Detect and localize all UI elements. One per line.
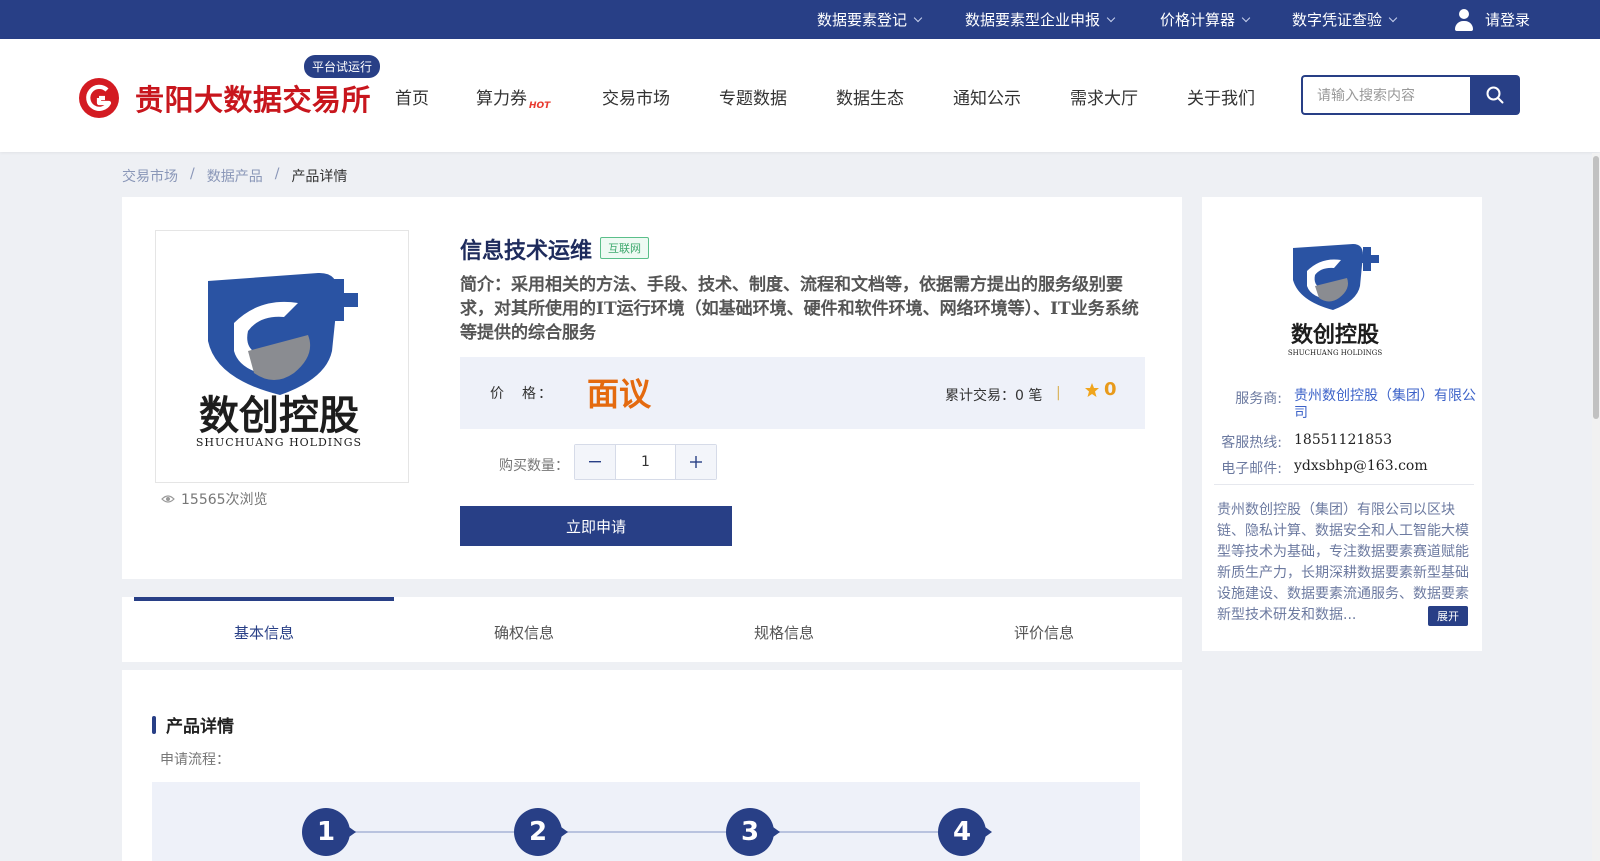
chevron-down-icon [1388, 13, 1398, 22]
hotline-value: 18551121853 [1294, 432, 1392, 448]
nav-label: 算力券 [476, 89, 527, 109]
search-input[interactable]: 请输入搜索内容 [1301, 75, 1472, 115]
flow-step-1: 1 [302, 808, 356, 856]
brand-logo-icon[interactable] [78, 77, 120, 119]
page-scrollbar[interactable] [1592, 153, 1600, 861]
user-icon [1453, 8, 1475, 32]
flow-step-2: 2 [514, 808, 568, 856]
tab-basic-info[interactable]: 基本信息 [134, 597, 394, 662]
price-value: 面议 [587, 375, 652, 413]
minus-icon [589, 461, 601, 463]
chevron-down-icon [913, 13, 923, 22]
provider-key: 服务商: [1235, 391, 1282, 407]
topbar-item-label: 数字凭证查验 [1292, 11, 1383, 29]
divider: | [1056, 385, 1061, 401]
login-link[interactable]: 请登录 [1453, 0, 1530, 39]
star-icon [1085, 382, 1099, 397]
topbar-item-data-registration[interactable]: 数据要素登记 [817, 0, 923, 39]
quantity-label: 购买数量： [499, 458, 569, 474]
email-key: 电子邮件: [1221, 461, 1282, 477]
hotline-key: 客服热线: [1221, 435, 1282, 451]
main-header: 贵阳大数据交易所 平台试运行 首页 算力券 HOT 交易市场 专题数据 数据生态 … [0, 39, 1600, 152]
flow-step-4: 4 [938, 808, 992, 856]
nav-compute-voucher[interactable]: 算力券 HOT [476, 84, 550, 111]
tab-rights-info[interactable]: 确权信息 [394, 597, 654, 662]
flow-connector [565, 831, 726, 833]
product-description: 简介：采用相关的方法、手段、技术、制度、流程和文档等，依据需方提出的服务级别要求… [460, 275, 1139, 343]
trade-count: 累计交易：0 笔 [945, 388, 1043, 404]
provider-logo-text-en: SHUCHUANG HOLDINGS [1288, 349, 1383, 357]
apply-button[interactable]: 立即申请 [460, 506, 732, 546]
topbar-item-price-calculator[interactable]: 价格计算器 [1160, 0, 1251, 39]
section-heading-text: 产品详情 [166, 717, 234, 737]
divider [1214, 484, 1474, 485]
topbar-item-voucher-check[interactable]: 数字凭证查验 [1292, 0, 1398, 39]
breadcrumb-item-data-products[interactable]: 数据产品 [207, 166, 263, 186]
product-title: 信息技术运维 [460, 239, 593, 264]
nav-home[interactable]: 首页 [395, 84, 429, 109]
email-value: ydxsbhp@163.com [1294, 458, 1428, 474]
rating: 0 [1084, 379, 1117, 400]
nav-trade-market[interactable]: 交易市场 [602, 84, 670, 109]
logo-text-cn: 数创控股 [199, 392, 359, 439]
login-label: 请登录 [1485, 11, 1531, 29]
category-tag: 互联网 [600, 237, 649, 259]
price-label: 价 格： [490, 386, 554, 402]
flow-label: 申请流程： [160, 752, 230, 768]
scrollbar-thumb[interactable] [1593, 156, 1599, 419]
breadcrumb-separator: / [190, 166, 195, 182]
nav-notices[interactable]: 通知公示 [953, 84, 1021, 109]
decrement-button[interactable] [575, 445, 615, 479]
breadcrumb-item-trade-market[interactable]: 交易市场 [122, 166, 178, 186]
flow-connector [353, 831, 514, 833]
application-flow: 1 2 3 4 [152, 782, 1140, 861]
product-logo: 数创控股 SHUCHUANG HOLDINGS [155, 230, 409, 483]
increment-button[interactable] [676, 445, 716, 479]
price-panel: 价 格： 面议 累计交易：0 笔 | 0 [460, 357, 1145, 429]
tab-review-info[interactable]: 评价信息 [914, 597, 1174, 662]
flow-connector [777, 831, 938, 833]
tab-spec-info[interactable]: 规格信息 [654, 597, 914, 662]
quantity-value[interactable]: 1 [615, 445, 676, 479]
plus-icon [690, 456, 702, 468]
logo-text-en: SHUCHUANG HOLDINGS [196, 436, 362, 449]
flow-step-3: 3 [726, 808, 780, 856]
section-heading: 产品详情 [152, 712, 234, 737]
breadcrumb: 交易市场 / 数据产品 / 产品详情 [122, 166, 347, 186]
chevron-down-icon [1106, 13, 1116, 22]
breadcrumb-separator: / [274, 166, 280, 182]
topbar-item-enterprise-declaration[interactable]: 数据要素型企业申报 [965, 0, 1116, 39]
rating-value: 0 [1104, 379, 1117, 400]
provider-name-link[interactable]: 贵州数创控股（集团）有限公司 [1294, 388, 1479, 422]
top-bar: 数据要素登记 数据要素型企业申报 价格计算器 数字凭证查验 请登录 [0, 0, 1600, 39]
nav-data-ecosystem[interactable]: 数据生态 [836, 84, 904, 109]
search-button[interactable] [1470, 75, 1520, 115]
topbar-item-label: 数据要素型企业申报 [965, 11, 1101, 29]
detail-tabs: 基本信息 确权信息 规格信息 评价信息 [122, 597, 1182, 662]
chevron-down-icon [1241, 13, 1251, 22]
shuchuang-logo-icon: 数创控股 SHUCHUANG HOLDINGS [196, 272, 362, 449]
trial-badge: 平台试运行 [304, 55, 381, 78]
expand-button[interactable]: 展开 [1428, 606, 1468, 626]
topbar-item-label: 数据要素登记 [817, 11, 908, 29]
nav-topic-data[interactable]: 专题数据 [719, 84, 787, 109]
nav-demand-hall[interactable]: 需求大厅 [1070, 84, 1138, 109]
provider-logo-text-cn: 数创控股 [1291, 322, 1379, 348]
brand-name[interactable]: 贵阳大数据交易所 [135, 77, 371, 119]
hot-badge: HOT [529, 101, 551, 111]
view-count-text: 15565次浏览 [181, 492, 268, 508]
view-count: 15565次浏览 [161, 489, 268, 509]
heading-accent [152, 715, 156, 734]
eye-icon [161, 495, 175, 503]
breadcrumb-item-current: 产品详情 [291, 169, 348, 185]
search-icon [1486, 86, 1504, 104]
topbar-item-label: 价格计算器 [1160, 11, 1236, 29]
provider-logo-icon: 数创控股 SHUCHUANG HOLDINGS [1288, 244, 1383, 357]
quantity-stepper: 1 [574, 444, 717, 480]
nav-about-us[interactable]: 关于我们 [1187, 84, 1255, 109]
